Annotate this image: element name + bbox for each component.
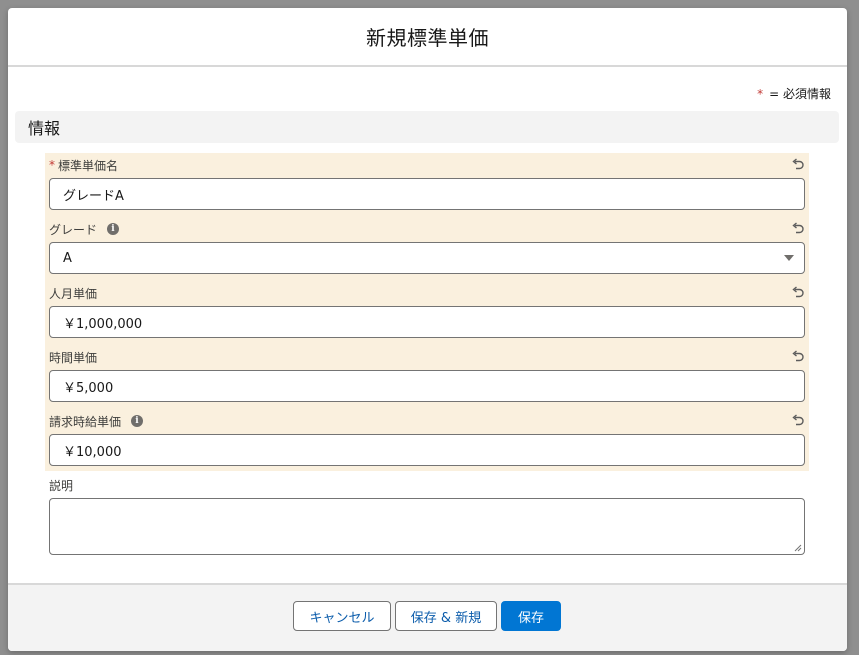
monthly-rate-input[interactable]: ￥1,000,000 [49,306,805,338]
hourly-rate-input[interactable]: ￥5,000 [49,370,805,402]
resize-grip-icon[interactable] [794,544,802,552]
section-title: 情報 [28,119,61,138]
info-icon[interactable]: i [131,415,144,427]
required-legend-text: = 必須情報 [769,87,831,101]
save-and-new-button[interactable]: 保存 & 新規 [395,601,497,631]
new-standard-rate-modal: 新規標準単価 * = 必須情報 情報 * 標準単価名 グレードA グレード i … [8,8,847,651]
input-value: ￥10,000 [63,444,122,460]
field-label: 人月単価 [49,285,97,301]
field-label: グレード i [49,221,120,237]
undo-icon[interactable] [791,414,805,428]
billing-rate-input[interactable]: ￥10,000 [49,434,805,466]
description-label: 説明 [49,478,74,493]
modal-title: 新規標準単価 [366,26,489,50]
required-star: * [757,87,764,101]
grade-label: グレード [49,222,98,237]
select-value: A [63,250,72,266]
standard-rate-name-input[interactable]: グレードA [49,178,805,210]
standard-rate-name-label: 標準単価名 [58,158,119,173]
monthly-rate-label: 人月単価 [49,286,98,301]
section-header[interactable]: 情報 [15,111,839,143]
input-value: ￥1,000,000 [63,316,143,332]
undo-icon[interactable] [791,158,805,172]
input-value: ￥5,000 [63,380,114,396]
undo-icon[interactable] [791,350,805,364]
modal-footer: キャンセル 保存 & 新規 保存 [8,583,847,651]
billing-rate-label: 請求時給単価 [49,414,122,429]
field-label: 時間単価 [49,349,97,365]
info-icon[interactable]: i [107,223,120,235]
field-label: 説明 [49,477,73,493]
modal-body: * = 必須情報 情報 * 標準単価名 グレードA グレード i A 人月単価 … [8,67,847,581]
chevron-down-icon [784,255,794,261]
modal-header: 新規標準単価 [8,8,847,67]
input-value: グレードA [63,188,124,204]
field-label: 請求時給単価 i [49,413,144,429]
cancel-button[interactable]: キャンセル [293,601,391,631]
save-button[interactable]: 保存 [501,601,561,631]
required-mark: * [49,158,55,172]
hourly-rate-label: 時間単価 [49,350,98,365]
grade-select[interactable]: A [49,242,805,274]
field-label: * 標準単価名 [49,157,118,173]
description-textarea[interactable] [49,498,805,555]
undo-icon[interactable] [791,222,805,236]
undo-icon[interactable] [791,286,805,300]
required-legend: * = 必須情報 [757,85,831,102]
